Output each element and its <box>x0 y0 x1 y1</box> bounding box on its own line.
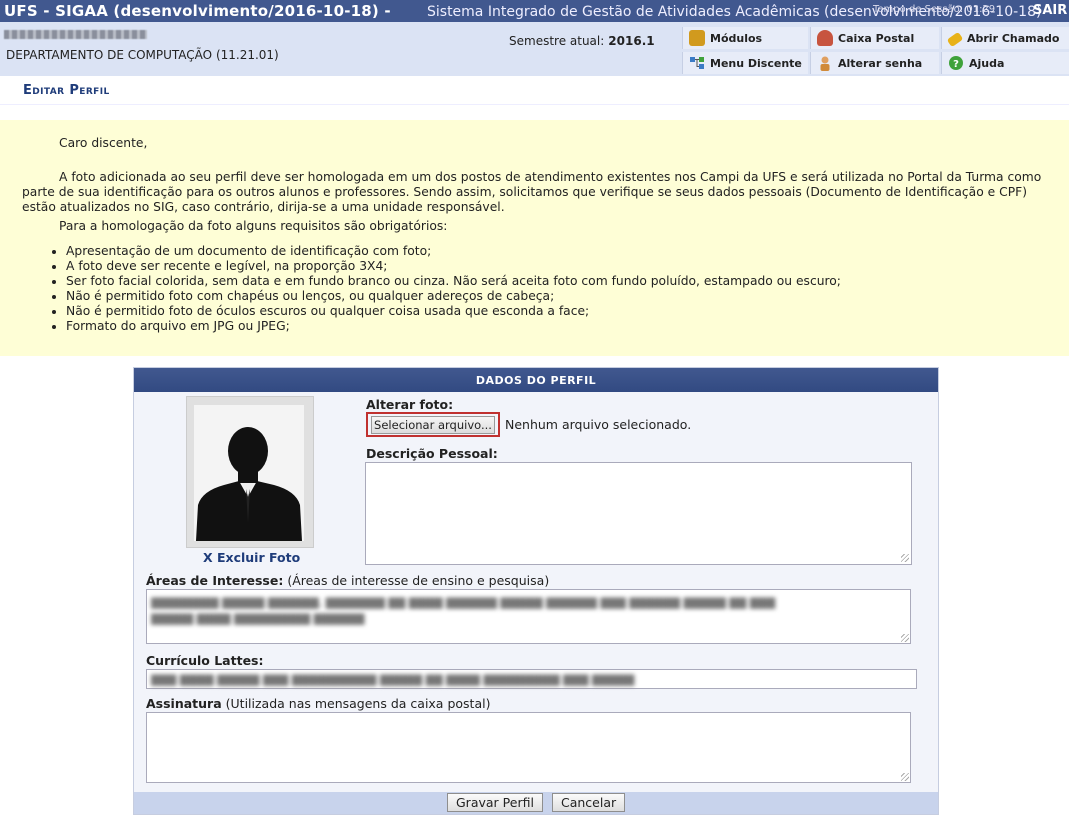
resize-grip-icon[interactable] <box>901 634 909 642</box>
page-title-bar: Editar Perfil <box>0 76 1069 105</box>
no-file-text: Nenhum arquivo selecionado. <box>505 417 692 432</box>
redacted-text: ▇▇▇▇▇▇▇▇ ▇▇▇▇▇ ▇▇▇▇▇▇, ▇▇▇▇▇▇▇ ▇▇ ▇▇▇▇ ▇… <box>151 596 776 609</box>
interests-textarea[interactable]: ▇▇▇▇▇▇▇▇ ▇▇▇▇▇ ▇▇▇▇▇▇, ▇▇▇▇▇▇▇ ▇▇ ▇▇▇▇ ▇… <box>146 589 911 644</box>
lattes-label: Currículo Lattes: <box>146 653 264 668</box>
description-label: Descrição Pessoal: <box>366 446 498 461</box>
save-profile-button[interactable]: Gravar Perfil <box>447 793 543 812</box>
menu-button-alterar-senha[interactable]: Alterar senha <box>810 52 939 74</box>
list-item: Apresentação de um documento de identifi… <box>66 244 841 259</box>
signature-textarea[interactable] <box>146 712 911 783</box>
menu-button-caixa-postal[interactable]: Caixa Postal <box>810 27 939 49</box>
user-name-redacted <box>4 30 147 39</box>
notice-paragraph: Para a homologação da foto alguns requis… <box>59 219 448 233</box>
redacted-text: ▇▇▇▇▇ ▇▇▇▇ ▇▇▇▇▇▇▇▇▇ ▇▇▇▇▇▇ <box>151 612 365 625</box>
menu-button-abrir-chamado[interactable]: Abrir Chamado <box>941 27 1069 49</box>
description-textarea[interactable] <box>365 462 912 565</box>
user-key-icon <box>817 55 833 71</box>
change-photo-label: Alterar foto: <box>366 397 454 412</box>
menu-button-modulos[interactable]: Módulos <box>682 27 808 49</box>
menu-label: Ajuda <box>969 56 1005 70</box>
department-name: DEPARTAMENTO DE COMPUTAÇÃO (11.21.01) <box>6 48 279 62</box>
resize-grip-icon[interactable] <box>901 554 909 562</box>
list-item: Ser foto facial colorida, sem data e em … <box>66 274 841 289</box>
select-file-button[interactable]: Selecionar arquivo... <box>371 416 495 434</box>
menu-button-ajuda[interactable]: ? Ajuda <box>941 52 1069 74</box>
interests-label: Áreas de Interesse: (Áreas de interesse … <box>146 573 550 588</box>
cancel-button[interactable]: Cancelar <box>552 793 626 812</box>
semester-value: 2016.1 <box>608 34 655 48</box>
menu-button-menu-discente[interactable]: Menu Discente <box>682 52 808 74</box>
notice-greeting: Caro discente, <box>59 136 148 150</box>
profile-form: DADOS DO PERFIL X Excluir Foto Alterar f… <box>133 367 939 815</box>
list-item: Não é permitido foto com chapéus ou lenç… <box>66 289 841 304</box>
signature-hint: (Utilizada nas mensagens da caixa postal… <box>225 696 491 711</box>
form-caption: DADOS DO PERFIL <box>134 368 938 392</box>
flashlight-icon <box>946 31 964 48</box>
list-item: A foto deve ser recente e legível, na pr… <box>66 259 841 274</box>
app-title: UFS - SIGAA (desenvolvimento/2016-10-18)… <box>4 2 391 20</box>
list-item: Não é permitido foto de óculos escuros o… <box>66 304 841 319</box>
file-button-highlight: Selecionar arquivo... <box>366 412 500 437</box>
signature-label: Assinatura (Utilizada nas mensagens da c… <box>146 696 491 711</box>
semester-label: Semestre atual: <box>509 34 605 48</box>
lattes-input[interactable]: ▇▇▇ ▇▇▇▇ ▇▇▇▇▇ ▇▇▇ ▇▇▇▇▇▇▇▇▇▇ ▇▇▇▇▇ ▇▇ ▇… <box>146 669 917 689</box>
redacted-text: ▇▇▇ ▇▇▇▇ ▇▇▇▇▇ ▇▇▇ ▇▇▇▇▇▇▇▇▇▇ ▇▇▇▇▇ ▇▇ ▇… <box>151 673 635 686</box>
requirements-list: Apresentação de um documento de identifi… <box>50 244 841 334</box>
notice-paragraph: A foto adicionada ao seu perfil deve ser… <box>22 170 1042 214</box>
profile-photo <box>186 396 314 548</box>
current-semester: Semestre atual: 2016.1 <box>509 34 655 48</box>
logout-link[interactable]: SAIR <box>1033 3 1067 18</box>
modules-box-icon <box>689 30 705 46</box>
top-bar: UFS - SIGAA (desenvolvimento/2016-10-18)… <box>0 0 1069 22</box>
menu-label: Menu Discente <box>710 56 802 70</box>
menu-label: Alterar senha <box>838 56 923 70</box>
resize-grip-icon[interactable] <box>901 773 909 781</box>
menu-label: Módulos <box>710 31 763 45</box>
menu-label: Abrir Chamado <box>967 31 1060 45</box>
photo-notice: Caro discente, A foto adicionada ao seu … <box>0 120 1069 356</box>
session-timer: Tempo de Sessão: 01:29 <box>873 4 996 15</box>
user-silhouette-icon <box>196 427 302 541</box>
list-item: Formato do arquivo em JPG ou JPEG; <box>66 319 841 334</box>
interests-hint: (Áreas de interesse de ensino e pesquisa… <box>287 573 550 588</box>
help-icon: ? <box>948 55 964 71</box>
menu-label: Caixa Postal <box>838 31 915 45</box>
mailbox-icon <box>817 30 833 46</box>
menu-tree-icon <box>689 55 705 71</box>
page-title: Editar Perfil <box>23 83 110 98</box>
user-info-header: DEPARTAMENTO DE COMPUTAÇÃO (11.21.01) Se… <box>0 22 1069 76</box>
svg-text:?: ? <box>953 59 959 70</box>
delete-photo-link[interactable]: X Excluir Foto <box>203 550 300 565</box>
